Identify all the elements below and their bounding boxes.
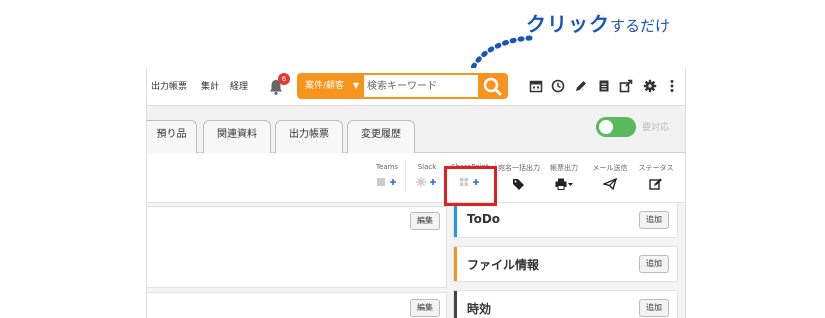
annotation-rest: するだけ (610, 17, 671, 35)
search-category-label: 案件/顧客 (305, 81, 345, 91)
tab-change-history[interactable]: 変更履歴 (347, 120, 415, 153)
action-label: Teams (375, 163, 399, 171)
clock-icon[interactable] (551, 79, 565, 93)
edit-button[interactable]: 編集 (410, 299, 440, 317)
nav-accounting[interactable]: 経理 (230, 79, 248, 92)
edit-status-icon (649, 178, 662, 190)
form-output-action[interactable]: 帳票出力 (543, 163, 585, 194)
nav-output-forms[interactable]: 出力帳票 (151, 79, 187, 92)
sharepoint-highlight-box (444, 166, 497, 206)
card-title: ファイル情報 (467, 258, 540, 272)
card-accent (454, 291, 457, 318)
document-icon[interactable] (597, 79, 611, 93)
slack-action[interactable]: Slack (409, 163, 445, 192)
file-info-card: ファイル情報 追加 (453, 246, 678, 282)
add-button[interactable]: 追加 (639, 255, 669, 273)
action-label: 宛名一括出力 (498, 164, 540, 172)
card-title: 時効 (467, 302, 492, 316)
action-required-toggle[interactable] (596, 117, 636, 137)
card-accent (454, 203, 457, 237)
search-input[interactable] (367, 78, 477, 94)
slack-add-icon (416, 177, 436, 187)
tab-label: 出力帳票 (289, 129, 329, 140)
statute-card: 時効 追加 (453, 290, 678, 318)
gear-icon[interactable] (643, 79, 657, 93)
nav-summary[interactable]: 集計 (201, 79, 219, 92)
tab-label: 変更履歴 (361, 129, 401, 140)
send-mail-action[interactable]: メール送信 (589, 163, 631, 194)
pen-icon[interactable] (574, 79, 588, 93)
search-button[interactable] (478, 75, 506, 97)
calendar-icon[interactable] (529, 79, 543, 93)
action-label: Slack (417, 163, 437, 171)
status-action[interactable]: ステータス (633, 163, 679, 194)
toggle-label: 要対応 (642, 123, 670, 133)
search-icon (483, 77, 502, 96)
tab-deposits[interactable]: 預り品 (147, 120, 197, 153)
toggle-knob (599, 120, 613, 134)
card-title: ToDo (467, 212, 501, 226)
search-category-select[interactable]: 案件/顧客 ▼ (299, 75, 364, 97)
tab-label: 関連資料 (217, 129, 257, 140)
left-panel: 編集 (147, 206, 447, 288)
card-accent (454, 247, 457, 281)
add-button[interactable]: 追加 (639, 299, 669, 317)
search-box: 案件/顧客 ▼ (297, 73, 508, 99)
chevron-down-icon: ▼ (352, 81, 359, 90)
header-bar: 出力帳票 集計 経理 6 案件/顧客 ▼ (147, 68, 685, 106)
action-label: ステータス (638, 164, 674, 172)
action-label: 帳票出力 (550, 164, 578, 172)
action-toolbar: Teams Slack SharePoint 宛名一括出力 帳票出力 メール送信… (147, 153, 685, 203)
send-icon (601, 177, 618, 191)
left-panel: 編集 (147, 292, 447, 318)
todo-card: ToDo 追加 (453, 202, 678, 238)
teams-add-icon (377, 178, 396, 186)
external-link-icon[interactable] (619, 79, 633, 93)
printer-icon (555, 178, 573, 190)
divider (405, 161, 406, 191)
action-label: メール送信 (592, 164, 628, 172)
bulk-address-print-action[interactable]: 宛名一括出力 (497, 163, 541, 194)
edit-button[interactable]: 編集 (410, 212, 440, 230)
tab-label: 預り品 (156, 129, 187, 140)
teams-action[interactable]: Teams (369, 163, 405, 192)
tags-icon (513, 179, 524, 190)
more-vertical-icon[interactable] (665, 79, 679, 93)
app-window: 出力帳票 集計 経理 6 案件/顧客 ▼ 検索キーワード 預り品 関連資料 出力… (146, 68, 686, 318)
add-button[interactable]: 追加 (639, 211, 669, 229)
notification-badge: 6 (278, 73, 290, 85)
tab-output-forms[interactable]: 出力帳票 (275, 120, 343, 153)
tab-related-docs[interactable]: 関連資料 (203, 120, 271, 153)
screenshot: クリックするだけ 出力帳票 集計 経理 6 案件/顧客 ▼ 検索キーワード 預り… (0, 0, 825, 318)
tab-bar: 預り品 関連資料 出力帳票 変更履歴 要対応 (147, 106, 685, 153)
